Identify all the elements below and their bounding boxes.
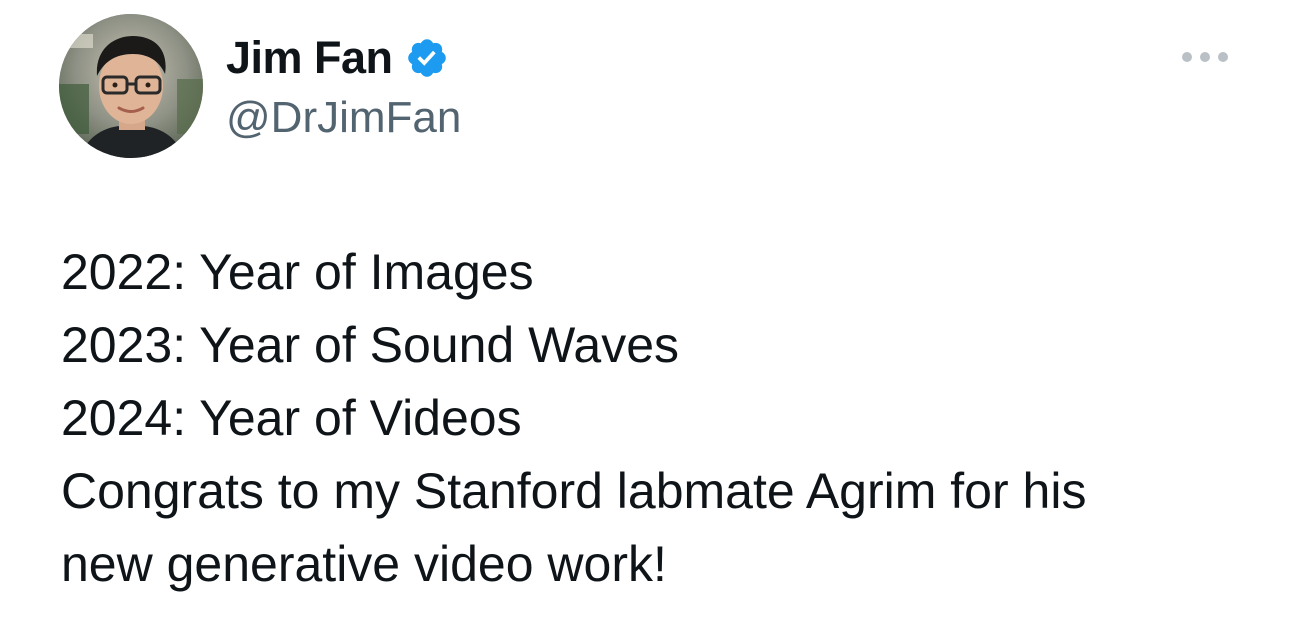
avatar[interactable] — [59, 14, 203, 158]
tweet-line: 2022: Year of Images — [61, 244, 534, 300]
tweet-line: new generative video work! — [61, 536, 667, 592]
tweet-line: 2024: Year of Videos — [61, 390, 522, 446]
user-handle[interactable]: @DrJimFan — [226, 90, 461, 146]
name-row: Jim Fan — [226, 30, 461, 86]
author-info: Jim Fan @DrJimFan — [226, 30, 461, 146]
tweet-text: 2022: Year of Images 2023: Year of Sound… — [61, 236, 1251, 601]
tweet-card: Jim Fan @DrJimFan 2022: Year of Images 2… — [0, 0, 1290, 629]
display-name[interactable]: Jim Fan — [226, 30, 393, 86]
tweet-line: 2023: Year of Sound Waves — [61, 317, 680, 373]
tweet-line: Congrats to my Stanford labmate Agrim fo… — [61, 463, 1087, 519]
verified-badge-icon[interactable] — [405, 36, 449, 80]
more-options-button[interactable] — [1178, 42, 1232, 72]
more-horizontal-icon — [1182, 52, 1228, 62]
profile-photo — [59, 14, 203, 158]
